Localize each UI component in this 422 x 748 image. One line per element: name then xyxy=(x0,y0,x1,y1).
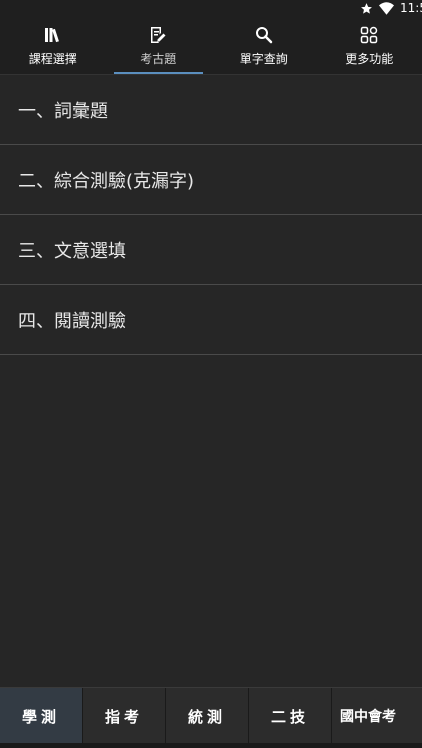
top-tab-bar: 課程選擇 考古題 單字查詢 更多功能 xyxy=(0,16,422,75)
list-item-reading[interactable]: 四、閱讀測驗 xyxy=(0,285,422,355)
status-time: 11:5 xyxy=(400,1,422,15)
active-tab-indicator xyxy=(113,72,203,74)
tab-label: 更多功能 xyxy=(345,52,394,66)
app-root: 11:5 課程選擇 考古題 xyxy=(0,0,422,748)
tab-label: 單字查詢 xyxy=(239,52,288,66)
tab-more-features[interactable]: 更多功能 xyxy=(317,16,422,74)
search-icon xyxy=(254,26,274,44)
system-nav-strip xyxy=(0,743,422,748)
wifi-icon xyxy=(379,1,394,15)
tab-label: 課程選擇 xyxy=(28,52,77,66)
tab-label: 考古題 xyxy=(140,52,177,66)
exam-section-list: 一、詞彙題 二、綜合測驗(克漏字) 三、文意選填 四、閱讀測驗 xyxy=(0,75,422,355)
exam-tab-ast[interactable]: 指考 xyxy=(83,688,166,744)
exam-type-bar: 學測 指考 統測 二技 國中會考 xyxy=(0,687,422,744)
tab-word-lookup[interactable]: 單字查詢 xyxy=(211,16,317,74)
list-item-vocabulary[interactable]: 一、詞彙題 xyxy=(0,75,422,145)
star-icon xyxy=(360,2,373,15)
exam-tab-two-year[interactable]: 二技 xyxy=(249,688,332,744)
status-bar: 11:5 xyxy=(0,0,422,16)
status-icons: 11:5 xyxy=(360,0,422,16)
list-item-cloze[interactable]: 二、綜合測驗(克漏字) xyxy=(0,145,422,215)
tab-course-selection[interactable]: 課程選擇 xyxy=(0,16,106,74)
books-icon xyxy=(43,26,63,44)
edit-note-icon xyxy=(148,26,168,44)
exam-tab-tvee[interactable]: 統測 xyxy=(166,688,249,744)
exam-tab-gsat[interactable]: 學測 xyxy=(0,688,83,744)
list-item-fill-in[interactable]: 三、文意選填 xyxy=(0,215,422,285)
exam-tab-cap[interactable]: 國中會考 xyxy=(332,688,422,744)
tab-past-exams[interactable]: 考古題 xyxy=(106,16,212,74)
grid-icon xyxy=(359,26,379,44)
